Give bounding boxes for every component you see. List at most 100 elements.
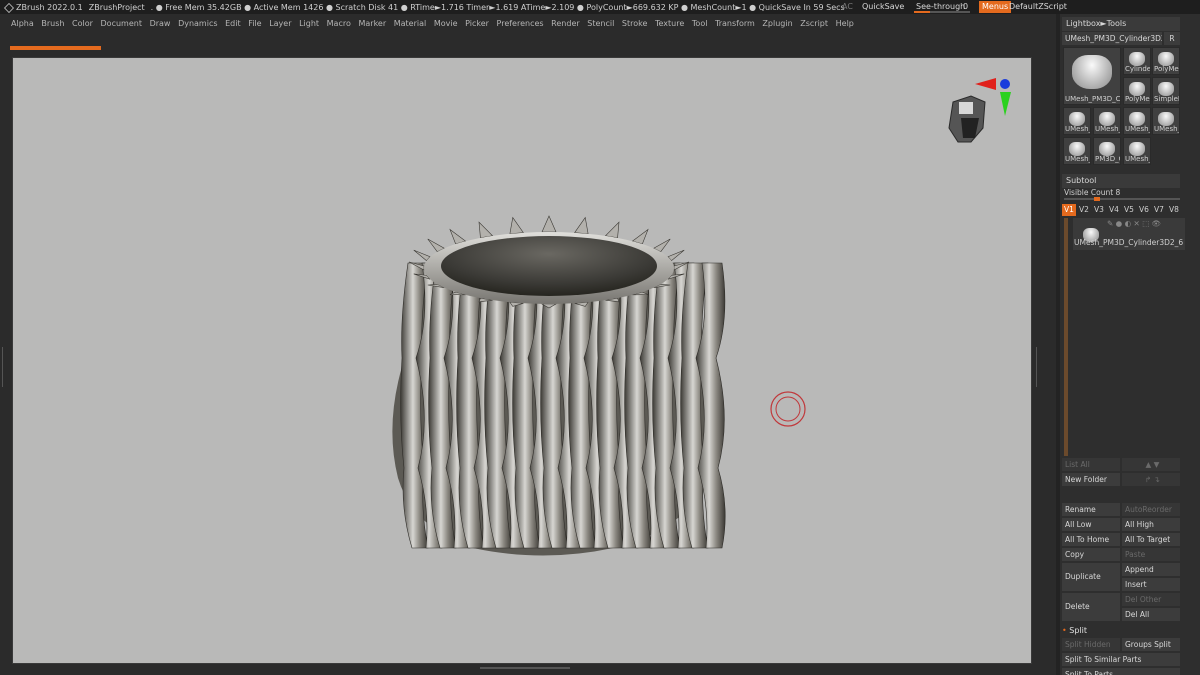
append-button[interactable]: Append: [1122, 563, 1180, 576]
tool-thumbnail[interactable]: PolyMes: [1152, 47, 1180, 75]
see-through-slider[interactable]: [914, 11, 970, 13]
tool-thumbnail-icon: [1099, 111, 1115, 126]
viewport-canvas[interactable]: [12, 57, 1032, 664]
all-to-home-button[interactable]: All To Home: [1062, 533, 1120, 546]
insert-button[interactable]: Insert: [1122, 578, 1180, 591]
menu-tool[interactable]: Tool: [692, 19, 708, 28]
new-folder-button[interactable]: New Folder: [1062, 473, 1120, 486]
menu-preferences[interactable]: Preferences: [497, 19, 544, 28]
menu-layer[interactable]: Layer: [269, 19, 291, 28]
menu-file[interactable]: File: [248, 19, 261, 28]
current-tool-name[interactable]: UMesh_PM3D_Cylinder3D2_: [1062, 32, 1162, 45]
menu-marker[interactable]: Marker: [358, 19, 386, 28]
default-zscript-button[interactable]: DefaultZScript: [1009, 2, 1067, 11]
split-to-parts-button[interactable]: Split To Parts: [1062, 668, 1180, 675]
menu-movie[interactable]: Movie: [434, 19, 458, 28]
autoreorder-button[interactable]: AutoReorder: [1122, 503, 1180, 516]
tool-thumbnail[interactable]: UMesh_: [1152, 107, 1180, 135]
menu-dynamics[interactable]: Dynamics: [178, 19, 217, 28]
menu-zscript[interactable]: Zscript: [800, 19, 828, 28]
tool-thumbnail-caption: PM3D_C: [1095, 155, 1120, 163]
tool-reset-button[interactable]: R: [1164, 32, 1180, 45]
visibility-tab-v7[interactable]: V7: [1152, 204, 1166, 216]
visibility-tab-v2[interactable]: V2: [1077, 204, 1091, 216]
menu-document[interactable]: Document: [101, 19, 142, 28]
delete-button[interactable]: Delete: [1062, 593, 1120, 621]
tool-thumbnail-icon: [1069, 141, 1085, 156]
duplicate-button[interactable]: Duplicate: [1062, 563, 1120, 591]
tool-thumbnail[interactable]: UMesh_: [1123, 137, 1151, 165]
tool-thumbnail[interactable]: UMesh_: [1063, 137, 1091, 165]
visibility-tab-v6[interactable]: V6: [1137, 204, 1151, 216]
del-other-button[interactable]: Del Other: [1122, 593, 1180, 606]
see-through-slider-label[interactable]: See-through: [916, 2, 965, 11]
visibility-tab-v1[interactable]: V1: [1062, 204, 1076, 216]
subtool-list-scrollbar[interactable]: [1064, 218, 1068, 456]
vase-rim-spike: [604, 221, 620, 239]
menu-brush[interactable]: Brush: [41, 19, 64, 28]
groups-split-button[interactable]: Groups Split: [1122, 638, 1180, 651]
tool-thumbnail[interactable]: UMesh_: [1093, 107, 1121, 135]
rename-button[interactable]: Rename: [1062, 503, 1120, 516]
menu-zplugin[interactable]: Zplugin: [762, 19, 792, 28]
menu-stroke[interactable]: Stroke: [622, 19, 648, 28]
visibility-tab-v3[interactable]: V3: [1092, 204, 1106, 216]
visible-count-slider[interactable]: [1064, 197, 1180, 201]
menu-stencil[interactable]: Stencil: [587, 19, 614, 28]
menu-color[interactable]: Color: [72, 19, 93, 28]
menu-texture[interactable]: Texture: [655, 19, 684, 28]
tool-thumbnail[interactable]: PolyMes: [1123, 77, 1151, 105]
vase-mesh[interactable]: [392, 215, 726, 556]
right-tray-handle[interactable]: [1036, 347, 1041, 387]
tool-thumbnail-caption: UMesh_: [1065, 155, 1090, 163]
quicksave-button[interactable]: QuickSave: [862, 2, 904, 11]
list-all-button[interactable]: List All: [1062, 458, 1120, 471]
menu-macro[interactable]: Macro: [327, 19, 351, 28]
subtool-row[interactable]: UMesh_PM3D_Cylinder3D2_6 ✎ ● ◐ ✕ ⬚ 👁: [1073, 218, 1185, 250]
main-tool-thumbnail[interactable]: UMesh_PM3D_C: [1063, 47, 1121, 105]
tool-thumbnail[interactable]: SimpleB: [1152, 77, 1180, 105]
all-to-target-button[interactable]: All To Target: [1122, 533, 1180, 546]
menu-picker[interactable]: Picker: [465, 19, 489, 28]
project-name: ZBrushProject: [88, 2, 145, 12]
left-tray-handle[interactable]: [2, 347, 7, 387]
move-up-icon[interactable]: ▲ ▼: [1122, 458, 1180, 471]
menu-light[interactable]: Light: [299, 19, 319, 28]
lightbox-tools-button[interactable]: Lightbox►Tools: [1062, 17, 1180, 31]
navigation-gizmo[interactable]: [948, 78, 1011, 143]
bottom-tray-handle[interactable]: [480, 667, 570, 671]
subtool-header[interactable]: Subtool: [1062, 174, 1180, 188]
ac-button[interactable]: AC: [842, 2, 853, 11]
visibility-tab-v4[interactable]: V4: [1107, 204, 1121, 216]
tool-thumbnail[interactable]: UMesh_: [1063, 107, 1091, 135]
tool-thumbnail[interactable]: PM3D_C: [1093, 137, 1121, 165]
visible-count-label: Visible Count 8: [1064, 188, 1121, 197]
menu-help[interactable]: Help: [836, 19, 854, 28]
visibility-tab-v5[interactable]: V5: [1122, 204, 1136, 216]
visibility-tab-v8[interactable]: V8: [1167, 204, 1181, 216]
menu-alpha[interactable]: Alpha: [11, 19, 34, 28]
menu-draw[interactable]: Draw: [150, 19, 171, 28]
all-low-button[interactable]: All Low: [1062, 518, 1120, 531]
copy-button[interactable]: Copy: [1062, 548, 1120, 561]
split-hidden-button[interactable]: Split Hidden: [1062, 638, 1120, 651]
menu-material[interactable]: Material: [394, 19, 427, 28]
app-title: ZBrush 2022.0.1: [16, 2, 83, 12]
menu-transform[interactable]: Transform: [715, 19, 755, 28]
right-tray[interactable]: [1034, 57, 1044, 664]
tool-thumbnail[interactable]: Cylinder: [1123, 47, 1151, 75]
split-header[interactable]: • Split: [1062, 626, 1087, 635]
folder-move-icon[interactable]: ↱ ↴: [1122, 473, 1180, 486]
left-tray[interactable]: [0, 57, 10, 664]
menu-edit[interactable]: Edit: [225, 19, 241, 28]
all-high-button[interactable]: All High: [1122, 518, 1180, 531]
del-all-button[interactable]: Del All: [1122, 608, 1180, 621]
tool-thumbnail-caption: UMesh_: [1125, 125, 1150, 133]
paste-button[interactable]: Paste: [1122, 548, 1180, 561]
split-to-similar-parts-button[interactable]: Split To Similar Parts: [1062, 653, 1180, 666]
menus-toggle-button[interactable]: Menus: [979, 1, 1012, 13]
menu-render[interactable]: Render: [551, 19, 579, 28]
tool-thumbnail[interactable]: UMesh_: [1123, 107, 1151, 135]
vase-rim-spike: [541, 215, 557, 233]
vase-rim-spike: [478, 221, 494, 239]
